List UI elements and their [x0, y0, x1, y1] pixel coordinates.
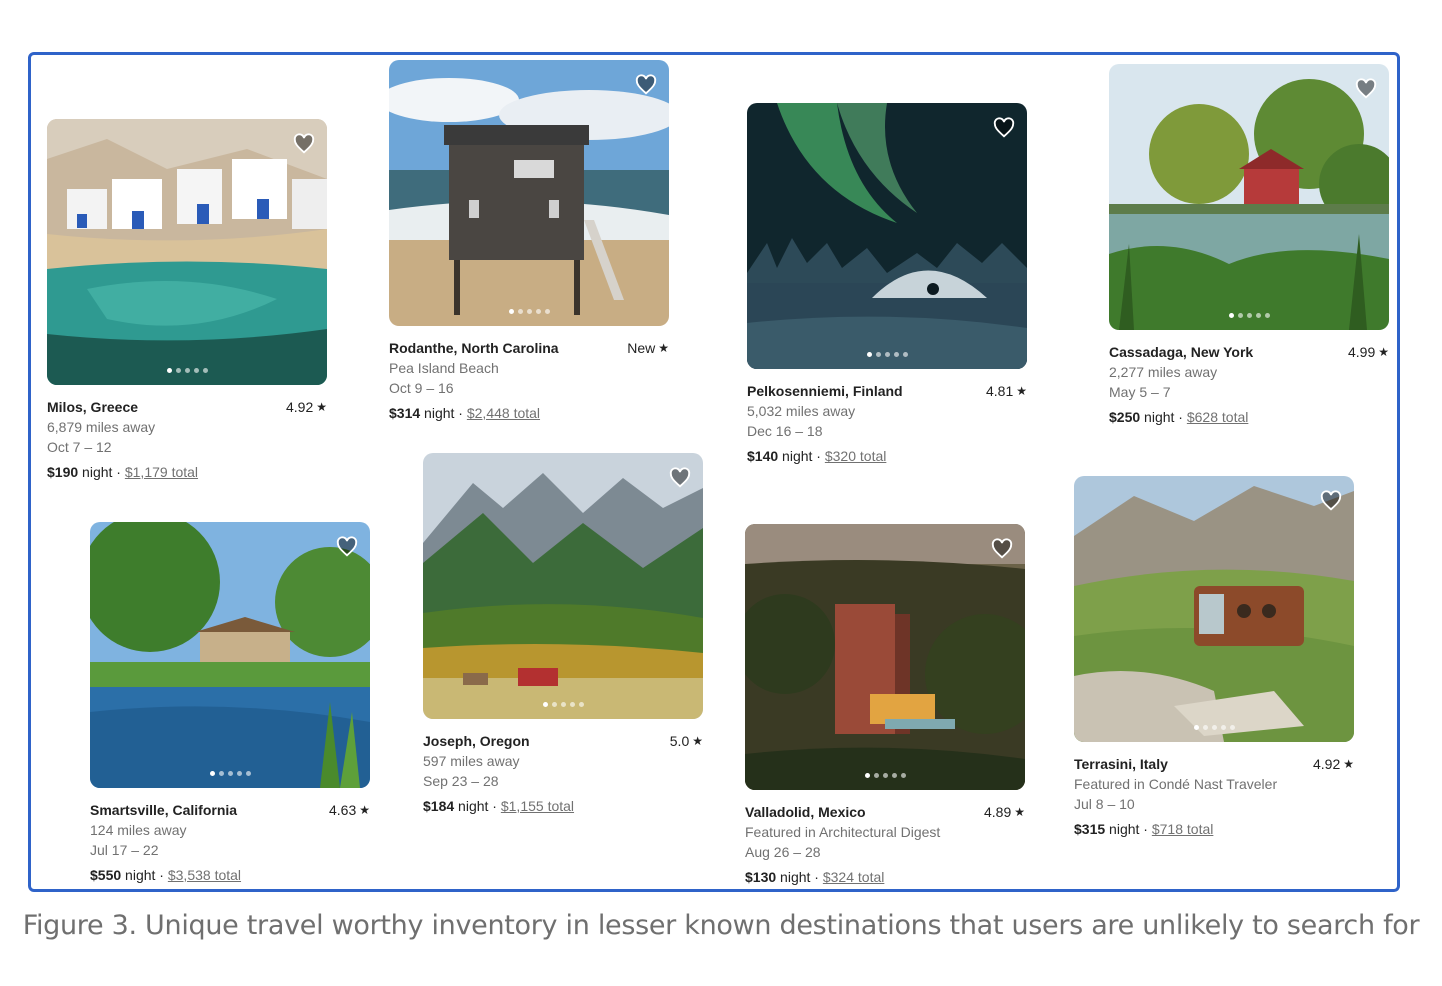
- listing-dates: Dec 16 – 18: [747, 423, 823, 439]
- listing-distance: 6,879 miles away: [47, 419, 156, 435]
- listing-location: Smartsville, California: [90, 802, 238, 818]
- listing-price: $130 night · $324 total: [745, 869, 885, 885]
- wishlist-heart-icon[interactable]: [1355, 78, 1377, 100]
- listing-card[interactable]: Smartsville, California 4.63 ★ 124 miles a…: [90, 522, 370, 885]
- star-icon: ★: [316, 400, 327, 414]
- wishlist-heart-icon[interactable]: [669, 467, 691, 489]
- carousel-dots[interactable]: [423, 702, 703, 707]
- listing-distance: 124 miles away: [90, 822, 187, 838]
- carousel-dots[interactable]: [90, 771, 370, 776]
- photo-joseph: [423, 453, 703, 719]
- listing-rating: 4.92 ★: [1312, 756, 1354, 772]
- listing-location: Pelkosenniemi, Finland: [747, 383, 903, 399]
- listing-photo[interactable]: [90, 522, 370, 788]
- photo-pelkosenniemi: [747, 103, 1027, 369]
- listing-card[interactable]: Joseph, Oregon 5.0 ★ 597 miles away Sep 23…: [423, 453, 703, 816]
- listing-location: Milos, Greece: [47, 399, 139, 415]
- total-price-link[interactable]: $628 total: [1187, 409, 1249, 425]
- wishlist-heart-icon[interactable]: [991, 538, 1013, 560]
- listing-subtitle: Featured in Condé Nast Traveler: [1074, 776, 1278, 792]
- listing-rating: 4.99 ★: [1347, 344, 1389, 360]
- photo-milos: [47, 119, 327, 385]
- listing-dates: Oct 7 – 12: [47, 439, 112, 455]
- listing-card[interactable]: Pelkosenniemi, Finland 4.81 ★ 5,032 miles …: [747, 103, 1027, 466]
- figure-caption: Figure 3. Unique travel worthy inventory…: [22, 910, 1420, 941]
- listing-dates: Oct 9 – 16: [389, 380, 454, 396]
- listing-location: Joseph, Oregon: [423, 733, 530, 749]
- listing-rating: New ★: [627, 340, 669, 356]
- listing-card[interactable]: Cassadaga, New York 4.99 ★ 2,277 miles awa…: [1109, 64, 1389, 427]
- listing-price: $550 night · $3,538 total: [90, 867, 242, 883]
- listing-card[interactable]: Terrasini, Italy 4.92 ★ Featured in Condé …: [1074, 476, 1354, 839]
- listing-price: $140 night · $320 total: [747, 448, 887, 464]
- listing-rating: 4.81 ★: [985, 383, 1027, 399]
- listing-dates: Jul 17 – 22: [90, 842, 159, 858]
- listing-distance: 5,032 miles away: [747, 403, 856, 419]
- listing-rating: 4.89 ★: [983, 804, 1025, 820]
- listing-distance: 597 miles away: [423, 753, 520, 769]
- total-price-link[interactable]: $718 total: [1152, 821, 1214, 837]
- listing-subtitle: Featured in Architectural Digest: [745, 824, 941, 840]
- carousel-dots[interactable]: [1074, 725, 1354, 730]
- listing-location: Valladolid, Mexico: [745, 804, 866, 820]
- photo-terrasini: [1074, 476, 1354, 742]
- wishlist-heart-icon[interactable]: [336, 536, 358, 558]
- total-price-link[interactable]: $1,179 total: [125, 464, 198, 480]
- total-price-link[interactable]: $3,538 total: [168, 867, 241, 883]
- listing-photo[interactable]: [1074, 476, 1354, 742]
- photo-cassadaga: [1109, 64, 1389, 330]
- listing-card[interactable]: Rodanthe, North Carolina New ★ Pea Island …: [389, 60, 669, 423]
- listing-location: Cassadaga, New York: [1109, 344, 1254, 360]
- listing-dates: Sep 23 – 28: [423, 773, 499, 789]
- listing-distance: 2,277 miles away: [1109, 364, 1218, 380]
- photo-valladolid: [745, 524, 1025, 790]
- listing-rating: 4.92 ★: [285, 399, 327, 415]
- listing-price: $184 night · $1,155 total: [423, 798, 575, 814]
- star-icon: ★: [1014, 805, 1025, 819]
- star-icon: ★: [1343, 757, 1354, 771]
- figure-frame: Milos, Greece 4.92 ★ 6,879 miles away Oct …: [28, 52, 1400, 892]
- listing-subtitle: Pea Island Beach: [389, 360, 499, 376]
- star-icon: ★: [658, 341, 669, 355]
- total-price-link[interactable]: $324 total: [823, 869, 885, 885]
- listing-price: $315 night · $718 total: [1074, 821, 1214, 837]
- listing-rating: 5.0 ★: [669, 733, 703, 749]
- listing-card[interactable]: Valladolid, Mexico 4.89 ★ Featured in Arch…: [745, 524, 1025, 887]
- listing-dates: May 5 – 7: [1109, 384, 1171, 400]
- listing-photo[interactable]: [747, 103, 1027, 369]
- wishlist-heart-icon[interactable]: [993, 117, 1015, 139]
- listing-photo[interactable]: [47, 119, 327, 385]
- listing-dates: Aug 26 – 28: [745, 844, 821, 860]
- listing-card[interactable]: Milos, Greece 4.92 ★ 6,879 miles away Oct …: [47, 119, 327, 482]
- photo-rodanthe: [389, 60, 669, 326]
- star-icon: ★: [359, 803, 370, 817]
- carousel-dots[interactable]: [747, 352, 1027, 357]
- carousel-dots[interactable]: [1109, 313, 1389, 318]
- carousel-dots[interactable]: [745, 773, 1025, 778]
- listing-photo[interactable]: [1109, 64, 1389, 330]
- total-price-link[interactable]: $2,448 total: [467, 405, 540, 421]
- wishlist-heart-icon[interactable]: [635, 74, 657, 96]
- carousel-dots[interactable]: [389, 309, 669, 314]
- listing-location: Terrasini, Italy: [1074, 756, 1168, 772]
- star-icon: ★: [692, 734, 703, 748]
- photo-smartsville: [90, 522, 370, 788]
- carousel-dots[interactable]: [47, 368, 327, 373]
- star-icon: ★: [1016, 384, 1027, 398]
- listing-price: $314 night · $2,448 total: [389, 405, 541, 421]
- star-icon: ★: [1378, 345, 1389, 359]
- listing-dates: Jul 8 – 10: [1074, 796, 1135, 812]
- wishlist-heart-icon[interactable]: [293, 133, 315, 155]
- listing-photo[interactable]: [389, 60, 669, 326]
- total-price-link[interactable]: $320 total: [825, 448, 887, 464]
- listing-photo[interactable]: [745, 524, 1025, 790]
- total-price-link[interactable]: $1,155 total: [501, 798, 574, 814]
- listing-price: $190 night · $1,179 total: [47, 464, 199, 480]
- listing-photo[interactable]: [423, 453, 703, 719]
- listing-price: $250 night · $628 total: [1109, 409, 1249, 425]
- wishlist-heart-icon[interactable]: [1320, 490, 1342, 512]
- listing-location: Rodanthe, North Carolina: [389, 340, 559, 356]
- listing-rating: 4.63 ★: [328, 802, 370, 818]
